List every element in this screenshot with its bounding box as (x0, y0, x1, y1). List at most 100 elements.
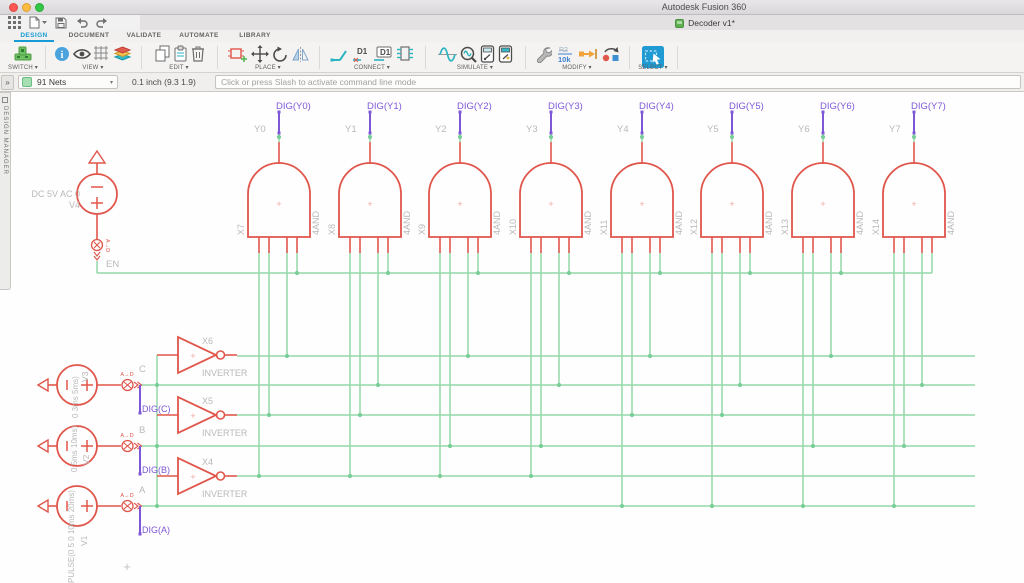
group-modify: R210kMODIFY ▾ (526, 42, 628, 72)
svg-text:X7: X7 (236, 224, 246, 235)
group-switch: SWITCH ▾ (2, 42, 44, 72)
group-label-select[interactable]: SELECT ▾ (630, 64, 676, 71)
svg-text:DIG(Y3): DIG(Y3) (548, 101, 583, 112)
svg-text:A→D: A→D (104, 239, 110, 252)
group-label-modify[interactable]: MODIFY ▾ (526, 64, 628, 71)
info-icon[interactable]: i (54, 46, 70, 62)
delete-icon[interactable] (191, 45, 205, 62)
apps-grid-icon[interactable] (8, 16, 21, 29)
source-V1[interactable]: A→DADIG(A)V1PULSE(0 5 0 10ms 20ms) (38, 485, 170, 583)
net-wires[interactable] (97, 273, 975, 508)
wrench-icon[interactable] (534, 45, 552, 63)
move-icon[interactable] (251, 45, 269, 63)
save-icon[interactable] (55, 17, 67, 29)
svg-text:Y1: Y1 (345, 124, 357, 135)
panel-icon (2, 97, 8, 103)
and-gate-X11[interactable]: Y4DIG(Y4)+X114AND (599, 101, 684, 508)
svg-text:+: + (190, 472, 195, 482)
svg-text:X5: X5 (202, 396, 213, 406)
layers-icon[interactable] (113, 45, 132, 62)
svg-text:4AND: 4AND (855, 210, 865, 235)
mirror-icon[interactable] (292, 47, 309, 62)
net-name-icon[interactable]: D1 (373, 46, 393, 62)
schematic-canvas[interactable]: Y0DIG(Y0)+X74ANDY1DIG(Y1)+X84ANDY2DIG(Y2… (0, 92, 1024, 583)
file-new-icon[interactable] (29, 16, 47, 29)
grid-icon[interactable] (94, 46, 110, 62)
and-gate-X13[interactable]: Y6DIG(Y6)+X134AND (780, 101, 865, 508)
document-tab[interactable]: Decoder v1* (650, 16, 760, 30)
svg-text:DIG(A): DIG(A) (142, 525, 170, 535)
tab-document[interactable]: DOCUMENT (66, 30, 112, 42)
and-gate-X7[interactable]: Y0DIG(Y0)+X74AND (236, 101, 321, 478)
svg-text:A→D: A→D (120, 493, 133, 499)
group-label-place[interactable]: PLACE ▾ (218, 64, 318, 71)
group-label-switch[interactable]: SWITCH ▾ (2, 64, 44, 71)
inverter-X5[interactable]: +X5INVERTER (157, 396, 248, 438)
close-window-button[interactable] (9, 3, 18, 12)
svg-text:4AND: 4AND (311, 210, 321, 235)
svg-text:Y5: Y5 (707, 124, 719, 135)
waveform-icon[interactable] (438, 47, 457, 62)
replace-value-icon[interactable]: R210k (555, 45, 575, 63)
wire-icon[interactable] (330, 46, 349, 62)
inverter-X4[interactable]: +X4INVERTER (157, 457, 248, 499)
svg-text:0 5ms 10ms): 0 5ms 10ms) (70, 425, 79, 472)
net-class-dropdown[interactable]: 91 Nets ▾ (18, 75, 118, 89)
tab-design[interactable]: DESIGN (14, 30, 54, 42)
minimize-window-button[interactable] (22, 3, 31, 12)
copy-icon[interactable] (154, 45, 170, 62)
group-separator (677, 46, 678, 69)
group-label-view[interactable]: VIEW ▾ (46, 64, 140, 71)
swap-part-icon[interactable] (578, 47, 598, 61)
svg-text:+: + (457, 199, 462, 209)
place-part-icon[interactable] (228, 45, 248, 63)
expand-panel-button[interactable]: » (1, 75, 14, 90)
tab-library[interactable]: LIBRARY (236, 30, 274, 42)
inverter-X6[interactable]: +X6INVERTER (157, 336, 248, 378)
origin-marker[interactable]: + (123, 559, 131, 574)
multimeter-icon[interactable] (480, 45, 495, 63)
titlebar: Autodesk Fusion 360 (0, 0, 1024, 15)
switch-board-icon[interactable] (13, 45, 33, 62)
svg-text:X11: X11 (599, 220, 609, 235)
svg-text:DIG(Y5): DIG(Y5) (729, 101, 764, 112)
svg-text:DIG(C): DIG(C) (142, 404, 171, 414)
voltmeter-icon[interactable] (498, 45, 513, 63)
paste-icon[interactable] (173, 45, 188, 62)
and-gate-X14[interactable]: Y7DIG(Y7)+X144AND (871, 101, 956, 508)
schematic-drawing[interactable]: Y0DIG(Y0)+X74ANDY1DIG(Y1)+X84ANDY2DIG(Y2… (0, 92, 1024, 583)
svg-text:X10: X10 (508, 219, 518, 235)
part-connector-icon[interactable] (396, 45, 414, 62)
svg-text:X4: X4 (202, 457, 213, 467)
svg-text:X13: X13 (780, 219, 790, 235)
svg-text:Y6: Y6 (798, 124, 810, 135)
svg-text:+: + (123, 559, 131, 574)
probe-icon[interactable] (460, 46, 477, 63)
and-gate-X9[interactable]: Y2DIG(Y2)+X94AND (417, 101, 502, 478)
design-manager-tab[interactable]: DESIGN MANAGER (0, 92, 11, 290)
svg-text:4AND: 4AND (946, 210, 956, 235)
power-source-V4[interactable]: DC 5V AC 0V4A→DEN (31, 151, 119, 273)
group-label-simulate[interactable]: SIMULATE ▾ (426, 64, 524, 71)
net-label-icon[interactable]: D1 (352, 46, 370, 62)
and-gate-X12[interactable]: Y5DIG(Y5)+X124AND (689, 101, 774, 508)
undo-icon[interactable] (75, 17, 88, 28)
command-line-input[interactable] (215, 75, 1021, 89)
svg-text:DIG(B): DIG(B) (142, 465, 170, 475)
source-V2[interactable]: A→DBDIG(B)V20 5ms 10ms) (38, 425, 170, 476)
tab-validate[interactable]: VALIDATE (124, 30, 164, 42)
group-label-connect[interactable]: CONNECT ▾ (320, 64, 424, 71)
redo-icon[interactable] (96, 17, 109, 28)
source-V3[interactable]: A→DCDIG(C)V30 3ms 5ms) (38, 364, 171, 418)
svg-text:D1: D1 (380, 48, 391, 57)
tab-automate[interactable]: AUTOMATE (177, 30, 221, 42)
svg-text:4AND: 4AND (492, 210, 502, 235)
and-gate-X8[interactable]: Y1DIG(Y1)+X84AND (327, 101, 412, 478)
and-gate-X10[interactable]: Y3DIG(Y3)+X104AND (508, 101, 593, 478)
svg-text:INVERTER: INVERTER (202, 368, 248, 378)
eye-icon[interactable] (73, 47, 91, 61)
group-label-edit[interactable]: EDIT ▾ (142, 64, 216, 71)
rotate-group-icon[interactable] (601, 46, 621, 63)
zoom-window-button[interactable] (35, 3, 44, 12)
rotate-icon[interactable] (272, 46, 289, 62)
